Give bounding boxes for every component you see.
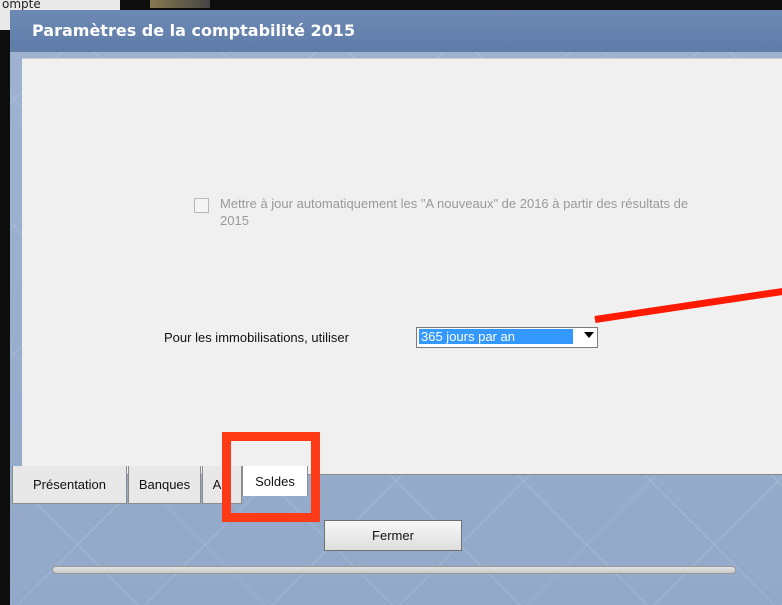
update-a-nouveaux-label: Mettre à jour automatiquement les "A nou…: [220, 196, 689, 228]
immobilisations-select-value: 365 jours par an: [419, 329, 573, 344]
tab-banques[interactable]: Banques: [128, 466, 201, 504]
title-bar[interactable]: Paramètres de la comptabilité 2015: [10, 10, 782, 52]
window-title: Paramètres de la comptabilité 2015: [32, 21, 356, 40]
chevron-down-icon[interactable]: [584, 332, 594, 338]
annotation-highlight-box: [222, 432, 320, 522]
tab-presentation[interactable]: Présentation: [12, 466, 127, 504]
immobilisations-label: Pour les immobilisations, utiliser: [164, 330, 349, 345]
immobilisations-select[interactable]: 365 jours par an: [416, 327, 598, 348]
scrollbar[interactable]: [52, 566, 736, 574]
background-app-icon: [150, 0, 210, 8]
close-button[interactable]: Fermer: [324, 520, 462, 551]
soldes-panel: [22, 58, 782, 475]
update-a-nouveaux-checkbox[interactable]: [194, 198, 209, 213]
